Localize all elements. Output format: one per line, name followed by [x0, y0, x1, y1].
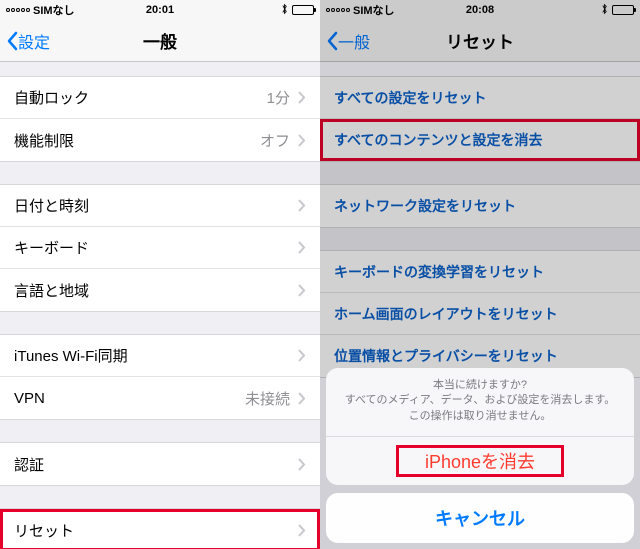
row-itunes-wifi-sync[interactable]: iTunes Wi-Fi同期	[0, 335, 320, 377]
chevron-right-icon	[298, 241, 306, 254]
chevron-right-icon	[298, 284, 306, 297]
chevron-right-icon	[298, 458, 306, 471]
chevron-right-icon	[298, 134, 306, 147]
general-settings-screen: SIMなし 20:01 設定 一般 自動ロック 1分 機能制限 オフ	[0, 0, 320, 549]
reset-screen: SIMなし 20:08 一般 リセット すべての設定をリセット すべてのコンテン…	[320, 0, 640, 549]
action-sheet: 本当に続けますか? すべてのメディア、データ、および設定を消去します。この操作は…	[320, 362, 640, 549]
sheet-message: 本当に続けますか? すべてのメディア、データ、および設定を消去します。この操作は…	[326, 368, 634, 437]
row-reset-home-layout[interactable]: ホーム画面のレイアウトをリセット	[320, 293, 640, 335]
chevron-right-icon	[298, 524, 306, 537]
cancel-button[interactable]: キャンセル	[326, 493, 634, 543]
chevron-right-icon	[298, 392, 306, 405]
row-reset-network[interactable]: ネットワーク設定をリセット	[320, 185, 640, 227]
nav-bar: 設定 一般	[0, 20, 320, 62]
row-erase-all-content[interactable]: すべてのコンテンツと設定を消去	[320, 119, 640, 161]
row-keyboard[interactable]: キーボード	[0, 227, 320, 269]
reset-list[interactable]: すべての設定をリセット すべてのコンテンツと設定を消去 ネットワーク設定をリセッ…	[320, 76, 640, 378]
chevron-right-icon	[298, 349, 306, 362]
chevron-right-icon	[298, 199, 306, 212]
settings-list[interactable]: 自動ロック 1分 機能制限 オフ 日付と時刻 キーボード 言語と地域	[0, 76, 320, 549]
nav-bar: 一般 リセット	[320, 20, 640, 62]
status-time: 20:08	[320, 4, 640, 16]
chevron-right-icon	[298, 91, 306, 104]
erase-iphone-button[interactable]: iPhoneを消去	[326, 437, 634, 485]
nav-title: リセット	[320, 28, 640, 53]
row-language-region[interactable]: 言語と地域	[0, 269, 320, 311]
row-restrictions[interactable]: 機能制限 オフ	[0, 119, 320, 161]
battery-icon	[292, 5, 314, 15]
status-time: 20:01	[0, 4, 320, 16]
row-reset[interactable]: リセット	[0, 509, 320, 549]
row-date-time[interactable]: 日付と時刻	[0, 185, 320, 227]
nav-title: 一般	[0, 28, 320, 53]
row-reset-keyboard-dict[interactable]: キーボードの変換学習をリセット	[320, 251, 640, 293]
row-auto-lock[interactable]: 自動ロック 1分	[0, 77, 320, 119]
battery-icon	[612, 5, 634, 15]
status-bar: SIMなし 20:01	[0, 0, 320, 20]
row-vpn[interactable]: VPN 未接続	[0, 377, 320, 419]
row-auth[interactable]: 認証	[0, 443, 320, 485]
status-bar: SIMなし 20:08	[320, 0, 640, 20]
row-reset-all-settings[interactable]: すべての設定をリセット	[320, 77, 640, 119]
